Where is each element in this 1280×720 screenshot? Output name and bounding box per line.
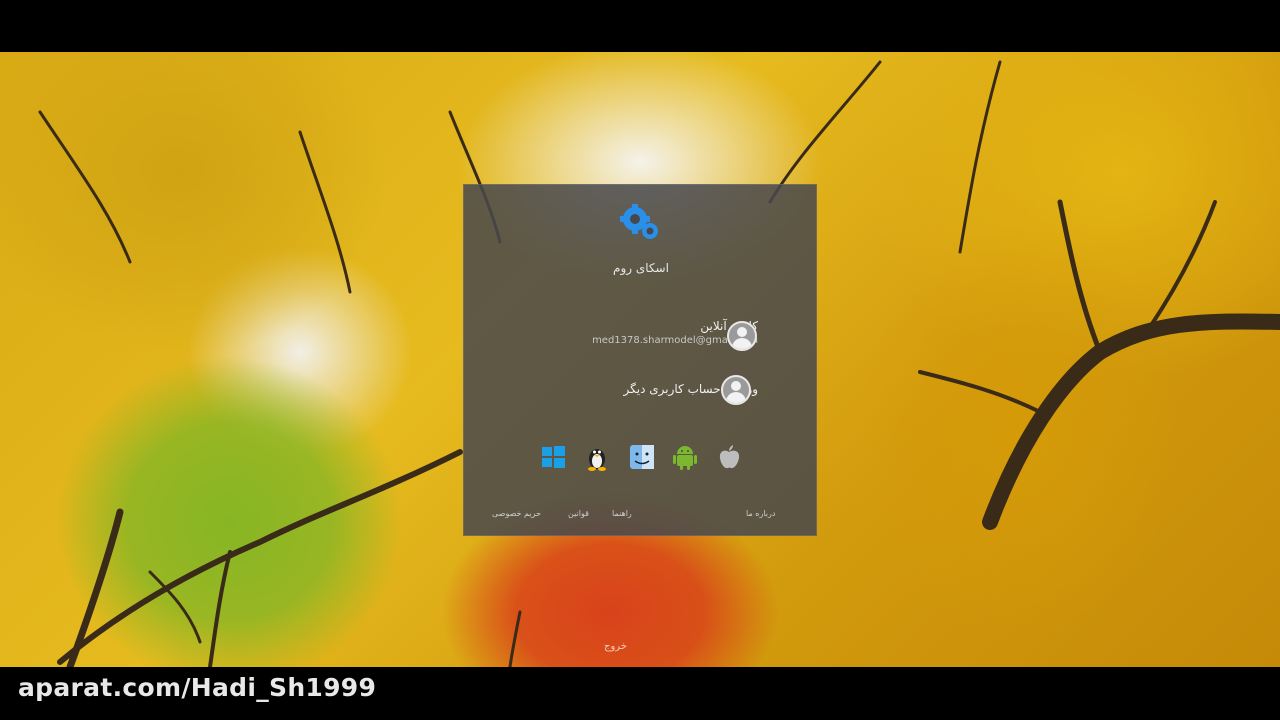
android-icon[interactable] [672,443,698,471]
skyroom-logo-icon [620,204,658,239]
linux-icon[interactable] [584,443,610,471]
user-avatar-icon[interactable] [727,321,757,351]
link-terms[interactable]: قوانین [568,509,589,518]
os-download-icons [540,443,750,473]
link-privacy[interactable]: حریم خصوصی [492,509,541,518]
video-watermark: aparat.com/Hadi_Sh1999 [18,673,377,702]
apple-icon[interactable] [716,443,742,471]
windows-icon[interactable] [540,443,566,471]
footer-links: حریم خصوصی قوانین راهنما درباره ما [488,509,794,525]
user-avatar-icon[interactable] [721,375,751,405]
brand-name: اسکای روم [613,261,669,275]
power-hint[interactable]: خروج [604,641,627,652]
letterbox-top [0,0,1280,52]
login-panel: اسکای روم کلاس آنلاین med1378.sharmodel@… [463,184,817,536]
macos-finder-icon[interactable] [629,443,655,471]
link-help[interactable]: راهنما [612,509,632,518]
link-about[interactable]: درباره ما [746,509,775,518]
